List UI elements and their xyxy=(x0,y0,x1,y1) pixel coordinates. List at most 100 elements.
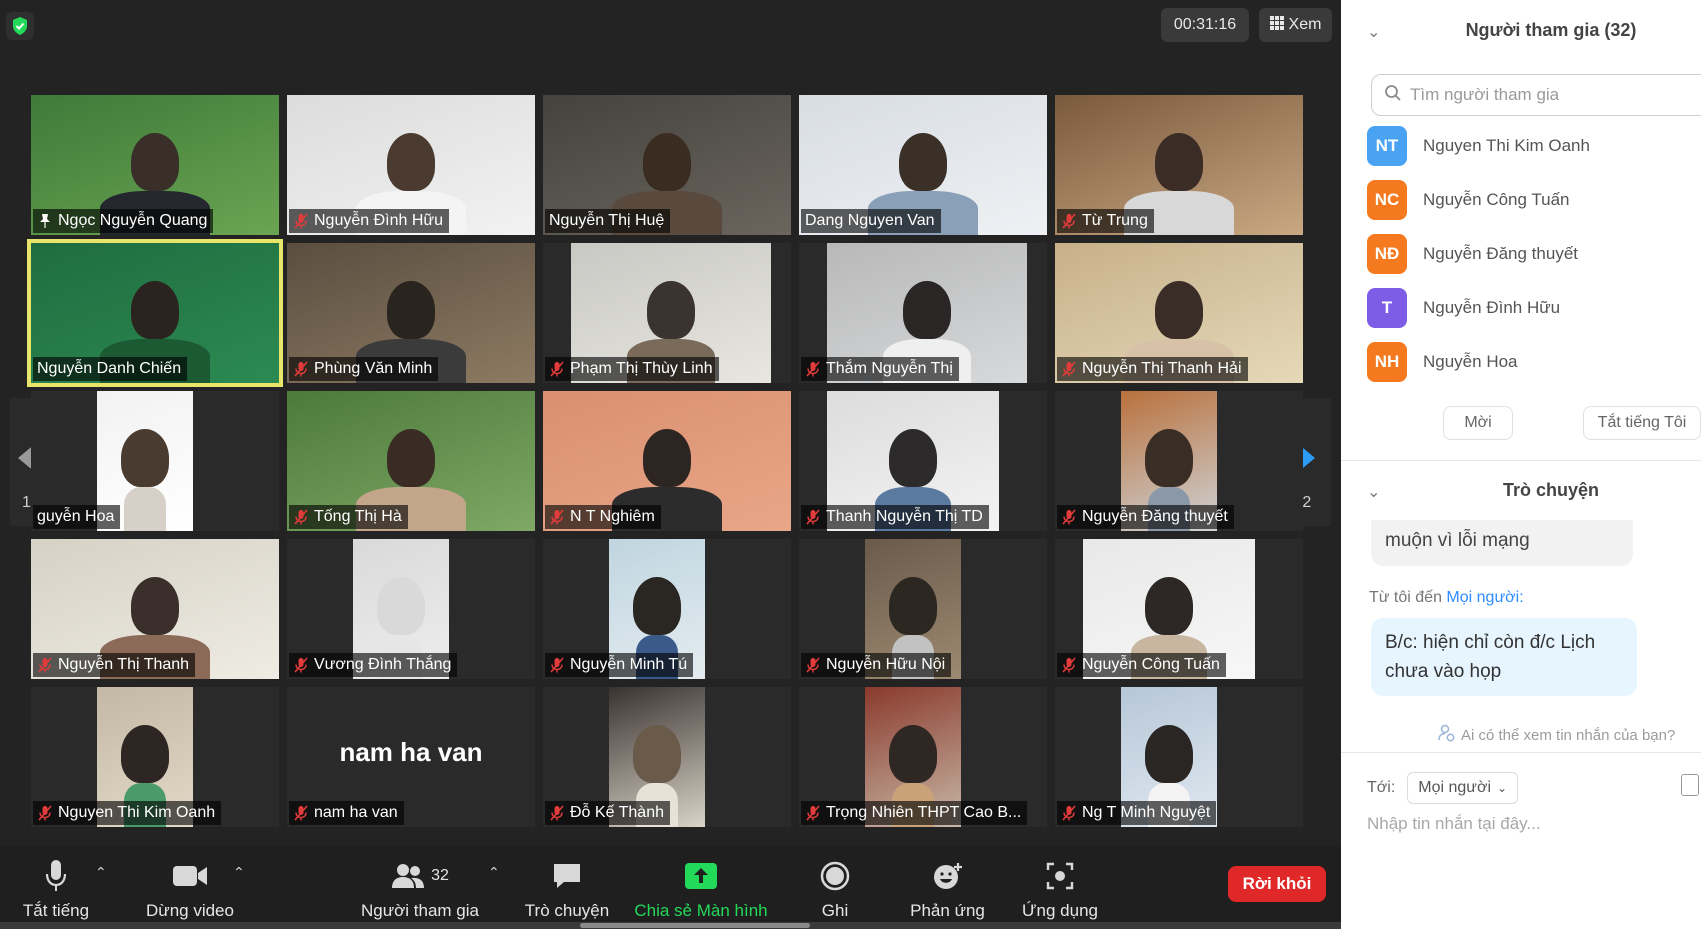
video-tile[interactable]: Trọng Nhiên THPT Cao B... xyxy=(799,687,1047,827)
participant-name-tag: Nguyễn Thị Thanh Hải xyxy=(1057,357,1248,381)
mic-off-icon xyxy=(549,657,565,673)
mic-off-icon xyxy=(1061,657,1077,673)
participant-list-item[interactable]: NC Nguyễn Công Tuấn xyxy=(1367,178,1570,222)
video-options-chevron-icon[interactable]: ⌃ xyxy=(233,864,245,881)
meeting-area: 00:31:16 Xem 1/2 1/2 Ngọc Nguyễn QuangNg… xyxy=(0,0,1341,929)
chat-message-sender: Từ tôi đến Mọi người: xyxy=(1369,589,1524,607)
video-tile[interactable]: Phùng Văn Minh xyxy=(287,243,535,383)
video-tile[interactable]: Nguyễn Thị Thanh Hải xyxy=(1055,243,1303,383)
microphone-icon xyxy=(44,857,68,895)
to-label: Tới: xyxy=(1367,779,1396,796)
leave-button[interactable]: Rời khỏi xyxy=(1228,866,1326,902)
video-tile[interactable]: Nguyễn Thị Thanh xyxy=(31,539,279,679)
scrollbar-thumb[interactable] xyxy=(580,923,810,928)
chat-bubble-icon xyxy=(552,857,582,895)
video-tile[interactable]: Vương Đình Thắng xyxy=(287,539,535,679)
video-tile[interactable]: Nguyễn Đăng thuyết xyxy=(1055,391,1303,531)
reactions-button[interactable]: Phản ứng xyxy=(900,846,995,929)
participant-head xyxy=(377,577,425,635)
participant-list-item[interactable]: NT Nguyen Thi Kim Oanh xyxy=(1367,124,1590,168)
chat-button[interactable]: Trò chuyện xyxy=(518,846,616,929)
mic-off-icon xyxy=(1061,805,1077,821)
participant-list-item[interactable]: NĐ Nguyễn Đăng thuyết xyxy=(1367,232,1578,276)
video-tile[interactable]: Nguyễn Danh Chiến xyxy=(27,239,283,387)
recipient-dropdown[interactable]: Mọi người ⌄ xyxy=(1407,772,1519,804)
participant-head xyxy=(1145,725,1193,783)
participant-head xyxy=(903,281,951,339)
participants-panel-header: ⌄ Người tham gia (32) xyxy=(1341,0,1701,60)
avatar: NH xyxy=(1367,342,1407,382)
participant-name-tag: Trọng Nhiên THPT Cao B... xyxy=(801,801,1028,825)
participant-search-input[interactable]: Tìm người tham gia xyxy=(1371,74,1701,116)
participant-name-tag: Dang Nguyen Van xyxy=(801,209,941,233)
video-tile[interactable]: Nguyễn Minh Tú xyxy=(543,539,791,679)
participant-list-name: Nguyễn Hoa xyxy=(1423,352,1518,371)
video-tile[interactable]: Ngọc Nguyễn Quang xyxy=(31,95,279,235)
reactions-label: Phản ứng xyxy=(910,901,985,920)
sender-target[interactable]: Mọi người: xyxy=(1446,589,1523,606)
person-eye-icon xyxy=(1437,724,1455,746)
stop-video-button[interactable]: Dừng video xyxy=(135,846,245,929)
video-tile[interactable]: Dang Nguyen Van xyxy=(799,95,1047,235)
participant-head xyxy=(1155,133,1203,191)
share-label: Chia sẻ Màn hình xyxy=(634,901,768,920)
avatar: NC xyxy=(1367,180,1407,220)
participants-options-chevron-icon[interactable]: ⌃ xyxy=(488,864,500,881)
participant-head xyxy=(387,281,435,339)
video-tile[interactable]: Nguyễn Hữu Nội xyxy=(799,539,1047,679)
participant-name: Tống Thị Hà xyxy=(314,508,402,525)
participant-list-item[interactable]: T Nguyễn Đình Hữu xyxy=(1367,286,1560,330)
apps-button[interactable]: Ứng dụng xyxy=(1012,846,1108,929)
participant-name: Phùng Văn Minh xyxy=(314,360,433,377)
mute-button[interactable]: Tắt tiếng xyxy=(14,846,98,929)
participant-name-tag: Vương Đình Thắng xyxy=(289,653,458,677)
mute-options-chevron-icon[interactable]: ⌃ xyxy=(95,864,107,881)
participant-head xyxy=(1145,429,1193,487)
participant-name: Nguyễn Thị Thanh xyxy=(58,656,190,673)
search-placeholder: Tìm người tham gia xyxy=(1410,85,1560,104)
mute-all-button[interactable]: Tắt tiếng Tôi xyxy=(1583,406,1701,440)
video-tile[interactable]: Từ Trung xyxy=(1055,95,1303,235)
video-tile[interactable]: Nguyễn Đình Hữu xyxy=(287,95,535,235)
participant-head xyxy=(633,725,681,783)
video-tile[interactable]: nam ha van nam ha van xyxy=(287,687,535,827)
who-can-see-link[interactable]: Ai có thể xem tin nhắn của bạn? xyxy=(1437,724,1675,746)
participants-panel-title: Người tham gia (32) xyxy=(1465,19,1637,40)
participant-head xyxy=(131,281,179,339)
participant-name-tag: Ngọc Nguyễn Quang xyxy=(33,209,214,233)
record-button[interactable]: Ghi xyxy=(805,846,865,929)
video-tile[interactable]: Đỗ Kế Thành xyxy=(543,687,791,827)
participant-name: Nguyễn Đăng thuyết xyxy=(1082,508,1228,525)
video-tile[interactable]: Thanh Nguyễn Thị TD xyxy=(799,391,1047,531)
view-button[interactable]: Xem xyxy=(1259,8,1332,42)
security-shield-icon[interactable] xyxy=(6,12,34,40)
video-tile[interactable]: Ng T Minh Nguyệt xyxy=(1055,687,1303,827)
participant-name-tag: Nguyễn Đăng thuyết xyxy=(1057,505,1234,529)
file-icon[interactable] xyxy=(1681,774,1699,796)
avatar: NT xyxy=(1367,126,1407,166)
video-tile[interactable]: Nguyen Thi Kim Oanh xyxy=(31,687,279,827)
participant-name-tag: Nguyễn Hữu Nội xyxy=(801,653,952,677)
participant-head xyxy=(387,133,435,191)
video-tile[interactable]: Tống Thị Hà xyxy=(287,391,535,531)
chat-input[interactable]: Nhập tin nhắn tại đây... xyxy=(1367,814,1541,834)
participant-name-tag: Nguyễn Minh Tú xyxy=(545,653,694,677)
participants-button[interactable]: 32 Người tham gia xyxy=(355,846,485,929)
mic-off-icon xyxy=(1061,361,1077,377)
video-tile[interactable]: Thắm Nguyễn Thị xyxy=(799,243,1047,383)
invite-button[interactable]: Mời xyxy=(1443,406,1513,440)
mic-off-icon xyxy=(805,657,821,673)
participant-list-name: Nguyễn Đăng thuyết xyxy=(1423,244,1578,263)
video-tile[interactable]: Phạm Thị Thùy Linh xyxy=(543,243,791,383)
bottom-scrollbar[interactable] xyxy=(0,922,1341,929)
video-tile[interactable]: Nguyễn Công Tuấn xyxy=(1055,539,1303,679)
participant-list-item[interactable]: NH Nguyễn Hoa xyxy=(1367,340,1518,382)
participant-body xyxy=(123,487,167,531)
video-tile[interactable]: N T Nghiêm xyxy=(543,391,791,531)
video-tile[interactable]: Nguyễn Thị Huệ xyxy=(543,95,791,235)
mic-off-icon xyxy=(805,361,821,377)
participant-name: guyễn Hoa xyxy=(37,508,115,525)
video-tile[interactable]: guyễn Hoa xyxy=(31,391,279,531)
share-screen-button[interactable]: Chia sẻ Màn hình xyxy=(628,846,774,929)
participant-name-tag: Nguyễn Đình Hữu xyxy=(289,209,449,233)
